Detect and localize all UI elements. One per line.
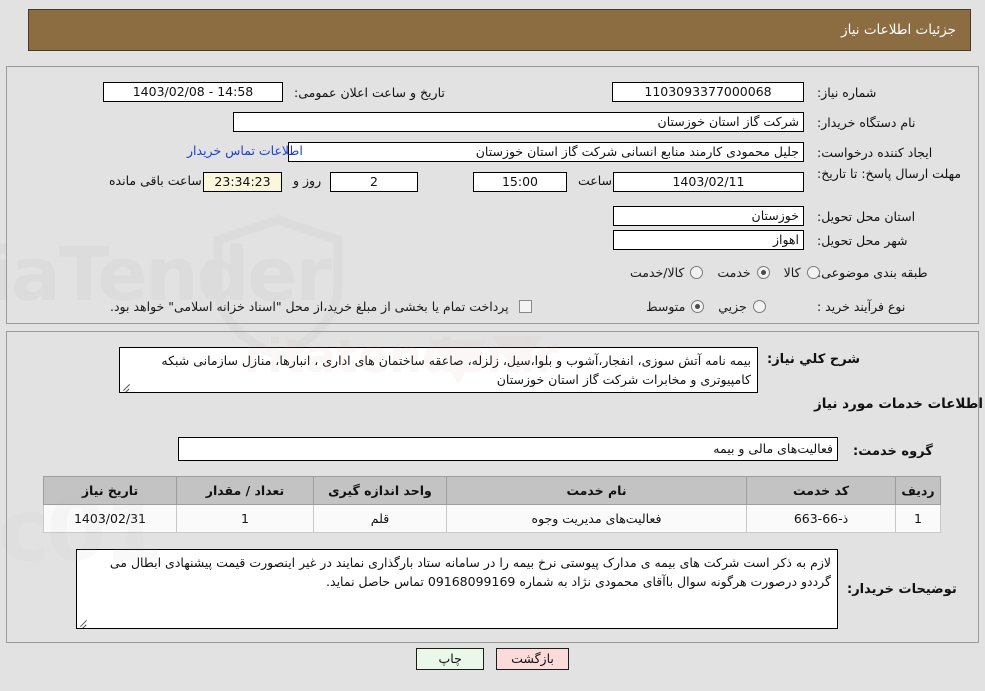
- resize-grip-icon[interactable]: [122, 382, 132, 392]
- table-row: 1 ذ-66-663 فعالیت‌های مدیریت وجوه قلم 1 …: [43, 504, 941, 533]
- province-value: خوزستان: [613, 206, 804, 226]
- city-label: شهر محل تحویل:: [817, 232, 908, 248]
- province-row: استان محل تحویل:: [811, 205, 985, 227]
- col-header-code: کد خدمت: [746, 476, 896, 505]
- col-header-name: نام خدمت: [446, 476, 747, 505]
- services-section-heading: اطلاعات خدمات مورد نیاز: [814, 396, 984, 412]
- deadline-days-label: روز و: [293, 173, 322, 188]
- public-announce-value: 14:58 - 1403/02/08: [103, 82, 283, 102]
- service-group-value: فعالیت‌های مالی و بیمه: [178, 437, 838, 461]
- process-radio-jozi[interactable]: [752, 299, 766, 313]
- city-row: شهر محل تحویل:: [811, 229, 985, 251]
- cell-row: 1: [895, 504, 941, 533]
- page-header-bar: جزئیات اطلاعات نیاز: [28, 9, 971, 51]
- table-header-row: ردیف کد خدمت نام خدمت واحد اندازه گیری ت…: [43, 476, 941, 505]
- services-table-wrapper: ردیف کد خدمت نام خدمت واحد اندازه گیری ت…: [43, 476, 941, 533]
- general-description-block: شرح کلي نیاز:: [759, 348, 866, 367]
- need-number-row: شماره نیاز:: [811, 81, 985, 103]
- requester-label: ایجاد کننده درخواست:: [817, 144, 933, 160]
- cell-unit: قلم: [313, 504, 447, 533]
- footer-button-bar: بازگشت چاپ: [0, 648, 985, 670]
- col-header-date: تاریخ نیاز: [43, 476, 177, 505]
- deadline-countdown-value: 23:34:23: [203, 172, 282, 192]
- col-header-row: ردیف: [895, 476, 941, 505]
- buyer-notes-label: توضیحات خریدار:: [847, 582, 957, 597]
- back-button[interactable]: بازگشت: [496, 648, 569, 670]
- city-value: اهواز: [613, 230, 804, 250]
- deadline-time-value: 15:00: [473, 172, 567, 192]
- deadline-countdown-label: ساعت باقی مانده: [109, 173, 202, 188]
- cell-date: 1403/02/31: [43, 504, 177, 533]
- general-description-label: شرح کلي نیاز:: [767, 352, 861, 367]
- need-number-value: 1103093377000068: [612, 82, 804, 102]
- process-type-radio-group: جزیي متوسط: [636, 295, 770, 317]
- cell-code: ذ-66-663: [746, 504, 896, 533]
- services-table: ردیف کد خدمت نام خدمت واحد اندازه گیری ت…: [43, 476, 941, 533]
- deadline-label: مهلت ارسال پاسخ: تا تاریخ:: [817, 166, 962, 181]
- category-option-label-1: خدمت: [717, 264, 751, 280]
- category-radio-khedmat[interactable]: [756, 265, 770, 279]
- buyer-notes-textarea[interactable]: لازم به ذکر است شرکت های بیمه ی مدارک پی…: [76, 549, 838, 629]
- deadline-row: مهلت ارسال پاسخ: تا تاریخ:: [811, 165, 985, 205]
- buyer-notes-value: لازم به ذکر است شرکت های بیمه ی مدارک پی…: [109, 555, 831, 589]
- general-description-value: بیمه نامه آتش سوزی، انفجار،آشوب و بلوا،س…: [161, 353, 751, 387]
- deadline-date-value: 1403/02/11: [613, 172, 804, 192]
- deadline-time-label: ساعت: [578, 173, 613, 188]
- cell-quantity: 1: [176, 504, 314, 533]
- requester-value: جلیل محمودی کارمند منابع انسانی شرکت گاز…: [288, 142, 804, 162]
- process-radio-motevaset[interactable]: [691, 299, 705, 313]
- service-group-label: گروه خدمت:: [853, 444, 933, 459]
- requester-row: ایجاد کننده درخواست:: [811, 141, 985, 163]
- print-button[interactable]: چاپ: [416, 648, 485, 670]
- buyer-notes-block: توضیحات خریدار:: [839, 578, 963, 597]
- page-title: جزئیات اطلاعات نیاز: [841, 22, 956, 38]
- category-radio-kala[interactable]: [806, 265, 820, 279]
- treasury-bond-checkbox[interactable]: [518, 299, 532, 313]
- general-description-textarea[interactable]: بیمه نامه آتش سوزی، انفجار،آشوب و بلوا،س…: [119, 347, 758, 393]
- treasury-bond-checkbox-label: پرداخت تمام یا بخشی از مبلغ خرید،از محل …: [110, 298, 509, 314]
- need-number-label: شماره نیاز:: [817, 84, 877, 100]
- category-radio-kala-khedmat[interactable]: [690, 265, 704, 279]
- process-type-row: نوع فرآیند خرید :: [811, 295, 985, 317]
- category-radio-group: کالا خدمت کالا/خدمت: [620, 261, 824, 283]
- service-group-block: گروه خدمت:: [845, 440, 939, 459]
- treasury-bond-checkbox-row: پرداخت تمام یا بخشی از مبلغ خرید،از محل …: [110, 295, 536, 317]
- col-header-quantity: تعداد / مقدار: [176, 476, 314, 505]
- category-row: طبقه بندی موضوعی:: [811, 261, 985, 283]
- public-announce-label: تاریخ و ساعت اعلان عمومی:: [294, 84, 445, 100]
- col-header-unit: واحد اندازه گیری: [313, 476, 447, 505]
- buyer-org-value: شرکت گاز استان خوزستان: [233, 112, 804, 132]
- category-label: طبقه بندی موضوعی:: [817, 264, 928, 280]
- buyer-contact-link[interactable]: اطلاعات تماس خریدار: [181, 143, 309, 158]
- public-announce-row: تاریخ و ساعت اعلان عمومی:: [288, 81, 445, 103]
- cell-name: فعالیت‌های مدیریت وجوه: [446, 504, 747, 533]
- province-label: استان محل تحویل:: [817, 208, 916, 224]
- process-option-label-1: متوسط: [646, 298, 686, 314]
- resize-grip-icon[interactable]: [79, 618, 89, 628]
- deadline-days-value: 2: [330, 172, 418, 192]
- buyer-org-row: نام دستگاه خریدار:: [811, 111, 985, 133]
- process-type-label: نوع فرآیند خرید :: [817, 298, 906, 314]
- process-option-label-0: جزیي: [718, 298, 747, 314]
- category-option-label-0: کالا: [783, 264, 801, 280]
- buyer-org-label: نام دستگاه خریدار:: [817, 114, 916, 130]
- category-option-label-2: کالا/خدمت: [630, 264, 685, 280]
